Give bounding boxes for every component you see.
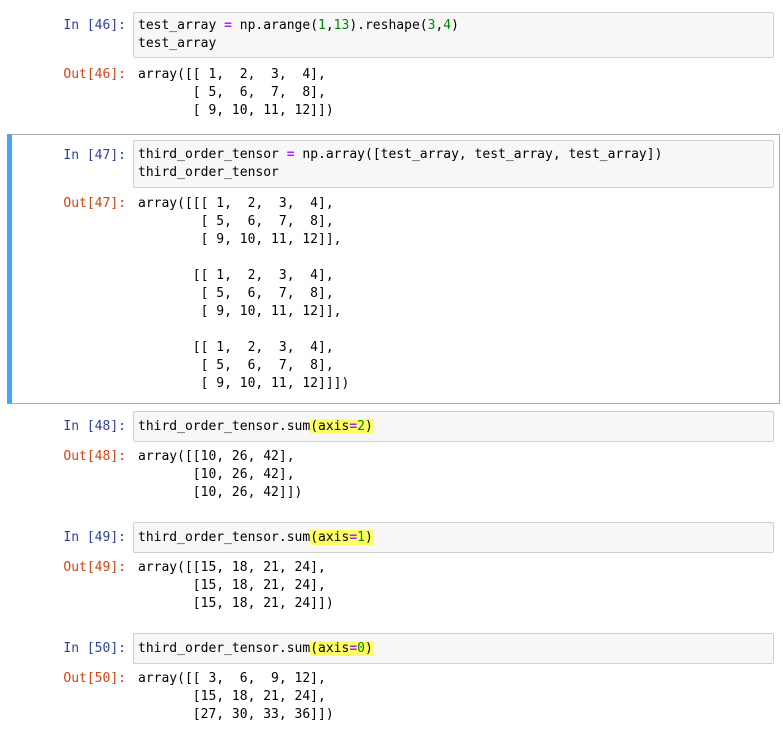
code-token: 1	[318, 18, 326, 33]
code-token: (axis	[310, 419, 350, 434]
code-text[interactable]: third_order_tensor.sum(axis=1)	[134, 523, 773, 547]
output-prompt: Out[46]:	[63, 67, 126, 82]
code-token: 0	[357, 641, 365, 656]
output-text: array([[10, 26, 42], [10, 26, 42], [10, …	[138, 449, 303, 500]
code-input[interactable]: test_array = np.arange(1,13).reshape(3,4…	[133, 12, 774, 58]
code-text[interactable]: third_order_tensor = np.array([test_arra…	[134, 141, 773, 182]
code-input[interactable]: third_order_tensor.sum(axis=1)	[133, 522, 774, 553]
code-text[interactable]: third_order_tensor.sum(axis=2)	[134, 412, 773, 436]
code-cell-selected[interactable]: In [47]: third_order_tensor = np.array([…	[7, 134, 780, 404]
code-token: =	[286, 147, 295, 162]
code-token: test_array	[138, 18, 225, 33]
output-prompt: Out[47]:	[63, 196, 126, 211]
code-token: 4	[443, 18, 452, 33]
output-text: array([[ 1, 2, 3, 4], [ 5, 6, 7, 8], [ 9…	[138, 67, 334, 118]
output-text: array([[15, 18, 21, 24], [15, 18, 21, 24…	[138, 560, 334, 611]
code-token: (axis	[310, 530, 350, 545]
output-text: array([[[ 1, 2, 3, 4], [ 5, 6, 7, 8], [ …	[138, 196, 350, 391]
code-input[interactable]: third_order_tensor.sum(axis=2)	[133, 411, 774, 442]
code-token: np.arange(	[231, 18, 319, 33]
code-cell[interactable]: In [49]: third_order_tensor.sum(axis=1) …	[0, 521, 783, 621]
code-token: third_order_tensor	[138, 147, 287, 162]
code-token: third_order_tensor.sum	[138, 641, 311, 656]
code-input[interactable]: third_order_tensor = np.array([test_arra…	[133, 140, 774, 188]
code-token: )	[364, 530, 373, 545]
code-cell[interactable]: In [46]: test_array = np.arange(1,13).re…	[0, 10, 783, 124]
cell-output: array([[10, 26, 42], [10, 26, 42], [10, …	[133, 448, 306, 502]
code-token: 1	[357, 530, 365, 545]
code-token: )	[451, 18, 459, 33]
code-token: )	[364, 641, 373, 656]
cell-output: array([[ 3, 6, 9, 12], [15, 18, 21, 24],…	[133, 670, 338, 724]
code-token: 13	[333, 18, 350, 33]
code-token: np.array([test_array, test_array, test_a…	[294, 147, 663, 162]
code-text[interactable]: third_order_tensor.sum(axis=0)	[134, 634, 773, 658]
code-token: third_order_tensor.sum	[138, 530, 311, 545]
code-token: third_order_tensor	[138, 165, 279, 180]
input-prompt: In [49]:	[63, 530, 126, 545]
cell-output: array([[[ 1, 2, 3, 4], [ 5, 6, 7, 8], [ …	[133, 195, 353, 393]
input-prompt: In [48]:	[63, 419, 126, 434]
code-text[interactable]: test_array = np.arange(1,13).reshape(3,4…	[134, 13, 773, 53]
input-prompt: In [46]:	[63, 18, 126, 33]
cell-output: array([[ 1, 2, 3, 4], [ 5, 6, 7, 8], [ 9…	[133, 66, 338, 120]
output-text: array([[ 3, 6, 9, 12], [15, 18, 21, 24],…	[138, 671, 334, 722]
code-token: ,	[325, 18, 334, 33]
code-cell[interactable]: In [48]: third_order_tensor.sum(axis=2) …	[0, 410, 783, 510]
output-prompt: Out[48]:	[63, 449, 126, 464]
code-input[interactable]: third_order_tensor.sum(axis=0)	[133, 633, 774, 664]
code-token: third_order_tensor.sum	[138, 419, 311, 434]
code-token: 2	[357, 419, 365, 434]
input-prompt: In [47]:	[63, 148, 126, 163]
output-prompt: Out[50]:	[63, 671, 126, 686]
code-token: =	[349, 641, 358, 656]
code-token: =	[349, 419, 358, 434]
output-prompt: Out[49]:	[63, 560, 126, 575]
code-token: =	[224, 18, 232, 33]
code-token: =	[349, 530, 358, 545]
code-token: test_array	[138, 36, 217, 51]
code-cell[interactable]: In [50]: third_order_tensor.sum(axis=0) …	[0, 632, 783, 730]
cell-output: array([[15, 18, 21, 24], [15, 18, 21, 24…	[133, 559, 338, 613]
code-token: (axis	[310, 641, 350, 656]
code-token: )	[364, 419, 373, 434]
input-prompt: In [50]:	[63, 641, 126, 656]
code-token: ).reshape(	[349, 18, 428, 33]
